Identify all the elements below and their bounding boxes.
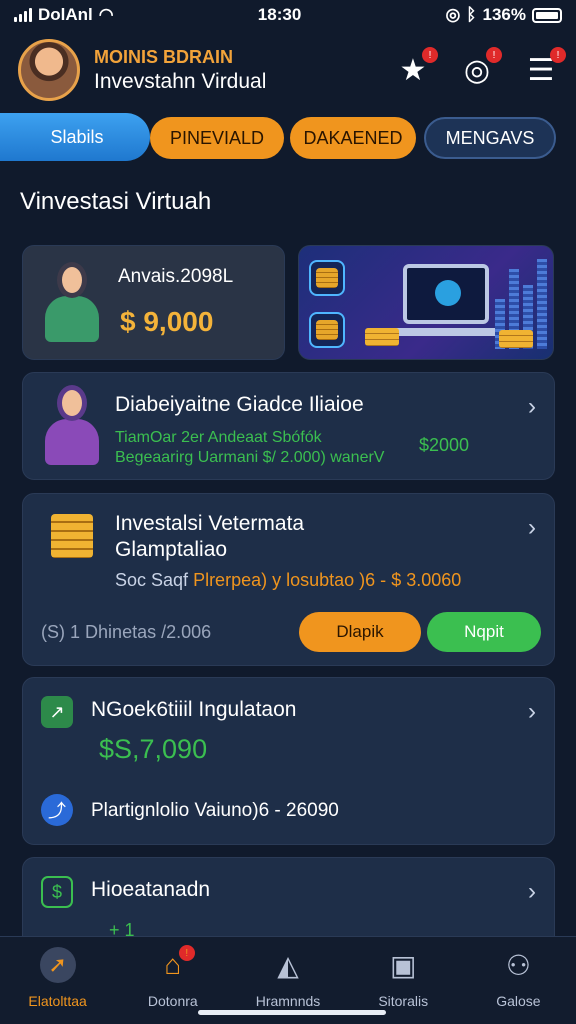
chat-icon: ◭: [277, 949, 299, 981]
gold-bars-icon: [365, 328, 399, 346]
notification-badge: !: [178, 945, 195, 961]
deposit-button[interactable]: Dlapik: [299, 612, 421, 652]
item-subtitle: TiamOar 2er Andeaat Sbófók: [115, 429, 322, 446]
item-title: Diabeiyaitne Giadce Iliaioe: [115, 393, 364, 416]
brand-subtitle: Invevstahn Virdual: [94, 69, 267, 93]
gold-bars-icon: [499, 330, 533, 348]
battery-label: 136%: [482, 5, 526, 24]
signal-icon: [14, 8, 32, 22]
chevron-right-icon: ›: [528, 878, 536, 905]
notification-badge: !: [550, 47, 566, 63]
nav-label: Elatolttaa: [28, 993, 87, 1009]
battery-icon: [531, 7, 562, 23]
detail-amount: $ 3.0060: [391, 570, 462, 590]
list-item[interactable]: Investalsi Vetermata Glamptaliao Soc Saq…: [22, 493, 555, 666]
footer-text: Dhinetas /2.006: [85, 622, 212, 642]
coins-icon: [51, 514, 93, 558]
detail-highlight: Plrerpea): [193, 570, 268, 590]
footer-number: 1: [70, 622, 81, 642]
detail-middle: y losubtao )6 -: [272, 570, 387, 590]
investor-avatar: [45, 262, 99, 342]
home-indicator[interactable]: [198, 1010, 386, 1015]
menu-button[interactable]: ☰ !: [524, 47, 566, 87]
dollar-icon: $: [41, 876, 73, 908]
chevron-right-icon: ›: [528, 698, 536, 725]
target-button[interactable]: ◎ !: [460, 47, 502, 87]
clock: 18:30: [257, 5, 302, 24]
laptop-icon: [393, 264, 503, 336]
item-title-line2: Glamptaliao: [115, 538, 228, 561]
bluetooth-icon: ᛒ: [466, 5, 477, 24]
nav-label: Hramnnds: [255, 993, 321, 1009]
item-amount: $S,7,090: [99, 734, 208, 764]
item-title: Hioeatanadn: [91, 878, 211, 901]
item-amount: $2000: [419, 435, 470, 455]
rocket-icon: ➚: [39, 947, 76, 983]
list-item[interactable]: Diabeiyaitne Giadce Iliaioe TiamOar 2er …: [22, 372, 555, 480]
item-detail: Begeaarirg Uarmani $/ 2.000) wanerV: [115, 449, 385, 466]
tab-slabils[interactable]: Slabils: [0, 113, 150, 161]
balance-label: Anvais.2098L: [118, 266, 234, 287]
status-bar: DolAnl ◠ 18:30 ◎ ᛒ 136%: [0, 0, 576, 30]
balance-card[interactable]: Anvais.2098L $ 9,000: [22, 245, 285, 360]
nav-label: Sitoralis: [378, 993, 429, 1009]
item-title: Investalsi Vetermata: [115, 512, 305, 535]
notification-badge: !: [486, 47, 502, 63]
nav-label: Galose: [496, 993, 541, 1009]
nav-item-galose[interactable]: ⚇ Galose: [461, 937, 576, 1024]
nav-label: Dotonra: [147, 993, 198, 1009]
investor-avatar: [45, 385, 99, 465]
tab-dakaened[interactable]: DAKAENED: [290, 117, 416, 159]
user-icon: ⚇: [505, 949, 531, 981]
growth-chart-icon: ↗: [41, 696, 73, 728]
detail-prefix: Soc Saqf: [115, 570, 189, 590]
avatar[interactable]: [18, 39, 80, 101]
brand: MOINIS BDRAIN Invevstahn Virdual: [94, 47, 266, 94]
item-footer: (S) 1 Dhinetas /2.006: [41, 622, 211, 643]
tab-mengavs[interactable]: MENGAVS: [424, 117, 556, 159]
home-icon: ⌂!: [155, 945, 195, 983]
item-title: NGoek6tiiil Ingulataon: [91, 698, 297, 721]
app-header: MOINIS BDRAIN Invevstahn Virdual ★ ! ◎ !…: [0, 30, 576, 110]
carrier-label: DolAnl: [38, 5, 93, 24]
wifi-icon: ◠: [98, 5, 114, 24]
chevron-right-icon: ›: [528, 514, 536, 541]
tab-pinevialo[interactable]: PINEVIALD: [150, 117, 284, 159]
investment-illustration: [298, 245, 554, 360]
chevron-right-icon: ›: [528, 393, 536, 420]
section-title: Vinvestasi Virtuah: [20, 188, 212, 215]
report-button[interactable]: Nqpit: [427, 612, 541, 652]
nav-item-elatolttaa[interactable]: ➚ Elatolttaa: [0, 937, 115, 1024]
trend-icon: ⤴: [41, 794, 73, 826]
coin-outline-icon: (S): [41, 622, 65, 642]
brand-title: MOINIS BDRAIN: [94, 46, 233, 67]
coin-icon: [309, 260, 345, 296]
list-item[interactable]: ↗ NGoek6tiiil Ingulataon $S,7,090 ⤴ Plar…: [22, 677, 555, 845]
item-detail: Plartignlolio Vaiuno)6 - 26090: [91, 800, 339, 821]
notification-badge: !: [422, 47, 438, 63]
coin-icon: [309, 312, 345, 348]
balance-amount: $ 9,000: [120, 306, 214, 337]
item-detail: Soc Saqf Plrerpea) y losubtao )6 - $ 3.0…: [115, 570, 461, 591]
tab-bar: Slabils PINEVIALD DAKAENED MENGAVS: [0, 113, 576, 163]
star-button[interactable]: ★ !: [396, 47, 438, 87]
alarm-icon: ◎: [445, 5, 461, 24]
box-icon: ▣: [389, 949, 417, 981]
